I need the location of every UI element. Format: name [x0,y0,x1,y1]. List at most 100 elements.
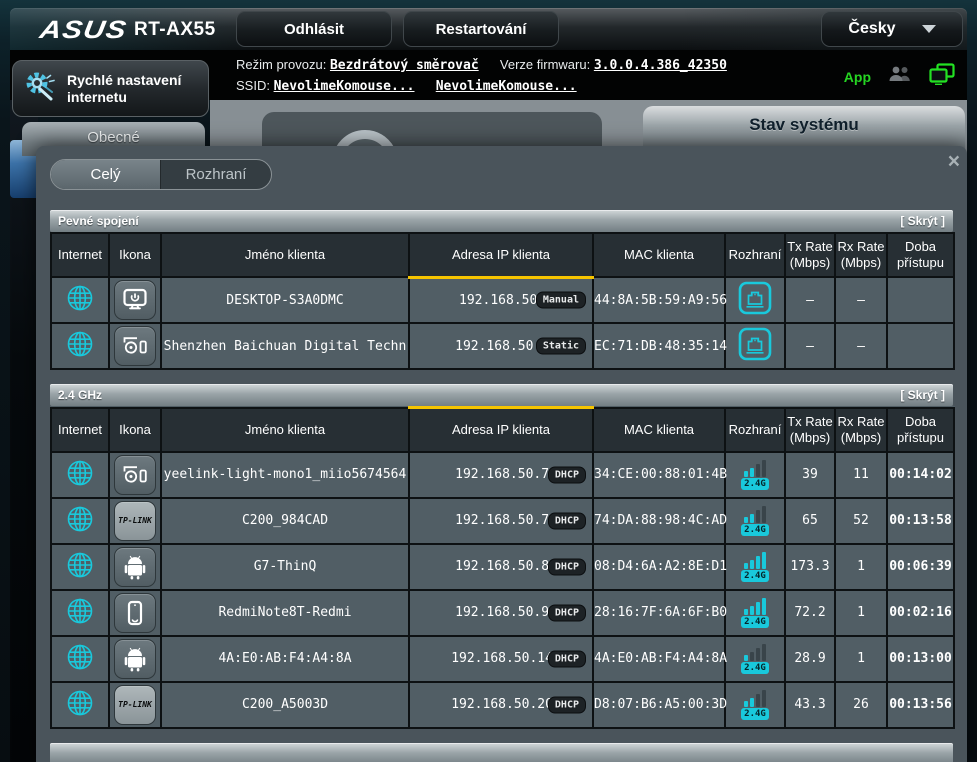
section-title: 2.4 GHz [58,388,102,402]
band-badge: 2.4G [741,662,769,674]
router-model: RT-AX55 [134,19,216,41]
tab-interface[interactable]: Rozhraní [161,160,271,189]
section-header: Pevné spojení[ Skrýt ] [50,210,953,232]
tx-rate: 72.2 [785,590,835,636]
client-mac: 44:8A:5B:59:A9:56 [593,277,725,323]
quick-internet-setup-button[interactable]: Rychlé nastavení internetu [12,60,209,117]
signal-strength-icon: 2.4G [741,505,769,536]
client-row[interactable]: DESKTOP-S3A0DMC192.168.50.2Manual44:8A:5… [51,277,954,323]
gear-wand-icon [23,68,59,109]
quick-setup-label: Rychlé nastavení internetu [67,72,198,106]
network-monitor-icon[interactable] [929,63,955,90]
band-badge: 2.4G [741,570,769,582]
modal-tab-bar: Celý Rozhraní [50,159,272,190]
client-row[interactable]: 4A:E0:AB:F4:A4:8A192.168.50.145DHCP4A:E0… [51,636,954,682]
section-header-partial [50,743,953,762]
ip-type-badge: Manual [536,292,586,309]
column-header-mac: MAC klienta [593,408,725,452]
client-name: G7-ThinQ [161,544,409,590]
client-name: C200_A5003D [161,682,409,728]
logout-button[interactable]: Odhlásit [236,11,392,47]
client-row[interactable]: TP-LINK C200_A5003D192.168.50.202DHCPD8:… [51,682,954,728]
rx-rate: – [835,277,887,323]
rx-rate: 1 [835,544,887,590]
tx-rate: 43.3 [785,682,835,728]
clients-people-icon[interactable] [887,65,913,88]
ssid-link-1[interactable]: NevolimeKomouse... [274,79,415,94]
client-name: yeelink-light-mono1_miio5674564 [161,452,409,498]
internet-globe-icon [65,523,95,538]
client-table: InternetIkonaJméno klientaAdresa IP klie… [50,406,955,729]
system-status-tab[interactable]: Stav systému [643,106,965,150]
access-time [887,323,954,369]
tx-rate: 65 [785,498,835,544]
client-row[interactable]: TP-LINK C200_984CAD192.168.50.73DHCP74:D… [51,498,954,544]
client-name: C200_984CAD [161,498,409,544]
column-header-name: Jméno klienta [161,408,409,452]
band-badge: 2.4G [741,524,769,536]
tx-rate: 39 [785,452,835,498]
signal-strength-icon: 2.4G [741,459,769,490]
close-icon[interactable]: × [948,152,960,172]
client-table: InternetIkonaJméno klientaAdresa IP klie… [50,232,955,370]
mode-link[interactable]: Bezdrátový směrovač [330,58,479,73]
firmware-link[interactable]: 3.0.0.4.386_42350 [594,58,727,73]
hide-section-link[interactable]: [ Skrýt ] [900,388,945,402]
access-time: 00:13:56 [887,682,954,728]
client-mac: 08:D4:6A:A2:8E:D1 [593,544,725,590]
app-link[interactable]: App [844,69,871,85]
asus-logo: ASUS [38,16,130,45]
client-mac: D8:07:B6:A5:00:3D [593,682,725,728]
ip-type-badge: DHCP [548,558,586,575]
rx-rate: 26 [835,682,887,728]
signal-strength-icon: 2.4G [741,643,769,674]
client-row[interactable]: yeelink-light-mono1_miio5674564192.168.5… [51,452,954,498]
tx-rate: 173.3 [785,544,835,590]
android-device-icon [114,547,156,587]
client-name: Shenzhen Baichuan Digital Techn [161,323,409,369]
hide-section-link[interactable]: [ Skrýt ] [900,214,945,228]
ssid-link-2[interactable]: NevolimeKomouse... [436,79,577,94]
rx-rate: 1 [835,636,887,682]
language-dropdown[interactable]: Česky [821,11,963,47]
ethernet-port-icon [738,304,772,319]
rx-rate: – [835,323,887,369]
smartphone-device-icon [114,593,156,633]
access-time [887,277,954,323]
section-header: 2.4 GHz [ Skrýt ] [50,384,953,406]
network-map-panel [262,112,602,148]
ip-type-badge: DHCP [548,466,586,483]
column-header-ip: Adresa IP klienta [409,408,593,452]
client-ip: 192.168.50.72DHCP [409,452,593,498]
ip-camera-device-icon [114,326,156,366]
client-ip: 192.168.50.2Manual [409,277,593,323]
column-header-icon: Ikona [109,408,161,452]
tplink-device-icon: TP-LINK [114,685,156,725]
ip-type-badge: DHCP [548,604,586,621]
column-header-ip: Adresa IP klienta [409,233,593,277]
ethernet-port-icon [738,350,772,365]
chevron-down-icon [922,25,936,33]
ip-camera-device-icon [114,455,156,495]
client-tables: Pevné spojení[ Skrýt ]InternetIkonaJméno… [50,210,953,762]
client-mac: 34:CE:00:88:01:4B [593,452,725,498]
band-badge: 2.4G [741,708,769,720]
column-header-internet: Internet [51,408,109,452]
tab-all[interactable]: Celý [51,160,161,189]
signal-strength-icon: 2.4G [741,689,769,720]
column-header-tx: Tx Rate (Mbps) [785,233,835,277]
internet-globe-icon [65,302,95,317]
client-row[interactable]: G7-ThinQ192.168.50.86DHCP08:D4:6A:A2:8E:… [51,544,954,590]
internet-globe-icon [65,707,95,722]
client-row[interactable]: RedmiNote8T-Redmi192.168.50.94DHCP28:16:… [51,590,954,636]
access-time: 00:13:00 [887,636,954,682]
reboot-button[interactable]: Restartování [403,11,559,47]
client-name: RedmiNote8T-Redmi [161,590,409,636]
client-mac: EC:71:DB:48:35:14 [593,323,725,369]
client-mac: 28:16:7F:6A:6F:B0 [593,590,725,636]
android-device-icon [114,639,156,679]
client-row[interactable]: Shenzhen Baichuan Digital Techn192.168.5… [51,323,954,369]
tplink-device-icon: TP-LINK [114,501,156,541]
column-header-time: Doba přístupu [887,233,954,277]
ssid-label: SSID: [236,78,270,93]
